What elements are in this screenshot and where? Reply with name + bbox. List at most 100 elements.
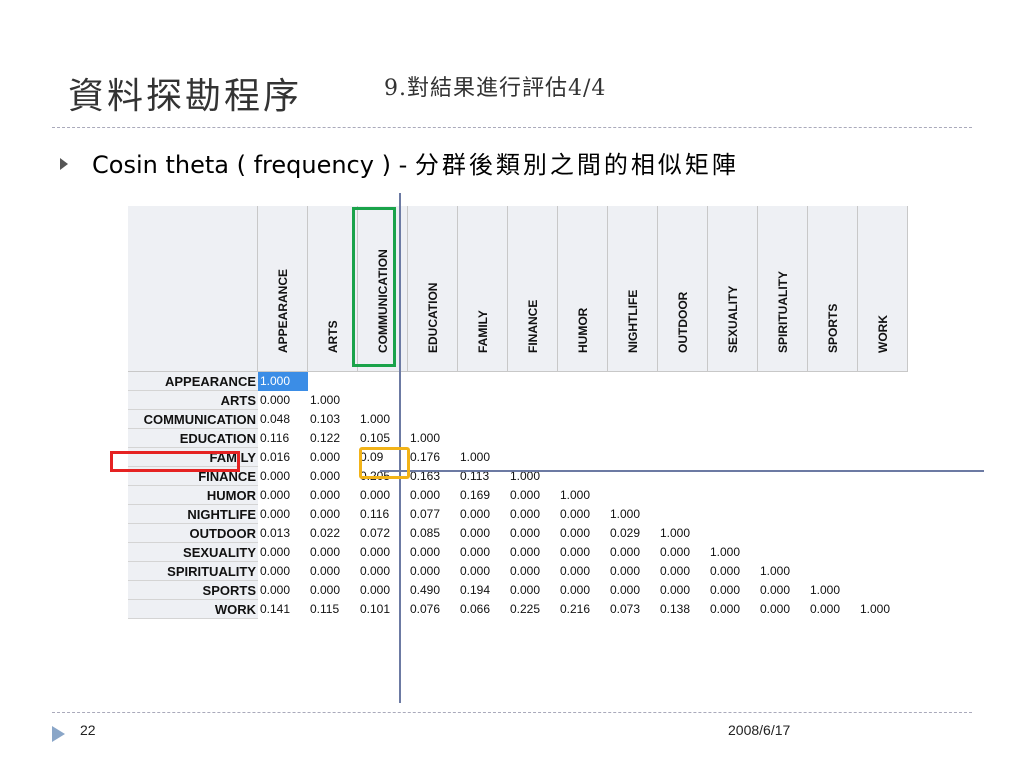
matrix-cell[interactable]: 0.000	[658, 543, 708, 562]
matrix-cell[interactable]: 1.000	[558, 486, 608, 505]
matrix-cell[interactable]: 0.000	[308, 581, 358, 600]
title-divider	[52, 127, 972, 128]
matrix-cell[interactable]: 0.073	[608, 600, 658, 619]
matrix-cell[interactable]: 0.000	[258, 505, 308, 524]
matrix-cell[interactable]: 0.000	[658, 581, 708, 600]
column-header-label: NIGHTLIFE	[625, 289, 640, 353]
matrix-cell[interactable]: 0.066	[458, 600, 508, 619]
matrix-cell[interactable]: 0.000	[308, 543, 358, 562]
column-header-work: WORK	[858, 206, 908, 372]
matrix-cell[interactable]: 1.000	[408, 429, 458, 448]
matrix-cell[interactable]: 1.000	[258, 372, 308, 391]
column-header-label: FINANCE	[525, 299, 540, 353]
matrix-cell[interactable]: 0.000	[258, 486, 308, 505]
matrix-cell[interactable]: 0.000	[308, 486, 358, 505]
page-number: 22	[80, 722, 96, 738]
matrix-cell[interactable]: 0.000	[258, 562, 308, 581]
matrix-cell[interactable]: 1.000	[458, 448, 508, 467]
matrix-cell[interactable]: 0.000	[308, 448, 358, 467]
column-header-label: HUMOR	[575, 307, 590, 353]
matrix-cell[interactable]: 0.000	[408, 486, 458, 505]
matrix-cell[interactable]: 0.490	[408, 581, 458, 600]
matrix-cell[interactable]: 0.122	[308, 429, 358, 448]
matrix-cell[interactable]: 0.000	[508, 486, 558, 505]
matrix-cell[interactable]: 1.000	[708, 543, 758, 562]
matrix-cell[interactable]: 0.000	[308, 467, 358, 486]
bullet-arrow-icon	[60, 158, 68, 170]
matrix-cell[interactable]: 0.000	[758, 581, 808, 600]
matrix-cell[interactable]: 0.000	[658, 562, 708, 581]
matrix-cell[interactable]: 0.000	[708, 581, 758, 600]
matrix-cell[interactable]: 0.085	[408, 524, 458, 543]
matrix-cell[interactable]: 0.000	[558, 581, 608, 600]
matrix-cell[interactable]: 0.169	[458, 486, 508, 505]
matrix-cell[interactable]: 0.216	[558, 600, 608, 619]
matrix-cell[interactable]: 0.000	[458, 524, 508, 543]
education-row-highlight	[110, 451, 240, 472]
matrix-cell[interactable]: 0.000	[558, 543, 608, 562]
communication-column-highlight	[352, 207, 396, 367]
matrix-cell[interactable]: 0.000	[308, 562, 358, 581]
matrix-cell[interactable]: 1.000	[808, 581, 858, 600]
matrix-cell[interactable]: 0.013	[258, 524, 308, 543]
matrix-cell[interactable]: 0.000	[558, 524, 608, 543]
education-communication-cell-highlight	[359, 447, 410, 479]
row-label-education: EDUCATION	[128, 429, 258, 448]
matrix-cell[interactable]: 0.141	[258, 600, 308, 619]
matrix-cell[interactable]: 0.138	[658, 600, 708, 619]
row-label-communication: COMMUNICATION	[128, 410, 258, 429]
column-header-education: EDUCATION	[408, 206, 458, 372]
matrix-cell[interactable]: 0.000	[308, 505, 358, 524]
matrix-cell[interactable]: 0.000	[758, 600, 808, 619]
matrix-cell[interactable]: 0.194	[458, 581, 508, 600]
matrix-cell[interactable]: 0.000	[608, 543, 658, 562]
matrix-cell[interactable]: 0.000	[258, 543, 308, 562]
row-label-outdoor: OUTDOOR	[128, 524, 258, 543]
matrix-cell[interactable]: 0.000	[608, 562, 658, 581]
matrix-cell[interactable]: 1.000	[608, 505, 658, 524]
row-label-appearance: APPEARANCE	[128, 372, 258, 391]
matrix-cell[interactable]: 0.000	[708, 562, 758, 581]
slide-subtitle: 9.對結果進行評估4/4	[384, 76, 607, 101]
matrix-cell[interactable]: 0.022	[308, 524, 358, 543]
matrix-cell[interactable]: 1.000	[308, 391, 358, 410]
matrix-cell[interactable]: 0.000	[558, 505, 608, 524]
matrix-cell[interactable]: 0.225	[508, 600, 558, 619]
matrix-cell[interactable]: 0.076	[408, 600, 458, 619]
matrix-cell[interactable]: 0.000	[408, 543, 458, 562]
matrix-cell[interactable]: 1.000	[758, 562, 808, 581]
similarity-matrix: APPEARANCE ARTS COMMUNICATION EDUCATION FAMI…	[128, 206, 908, 689]
matrix-cell[interactable]: 0.000	[258, 581, 308, 600]
bullet-text-cjk: 分群後類別之間的相似矩陣	[414, 151, 739, 179]
matrix-cell[interactable]: 0.000	[508, 543, 558, 562]
matrix-cell[interactable]: 0.000	[608, 581, 658, 600]
matrix-cell[interactable]: 0.000	[558, 562, 608, 581]
matrix-cell[interactable]: 0.000	[508, 581, 558, 600]
matrix-cell[interactable]: 0.029	[608, 524, 658, 543]
matrix-cell[interactable]: 0.077	[408, 505, 458, 524]
column-header-label: FAMILY	[475, 310, 490, 353]
matrix-cell[interactable]: 0.000	[258, 391, 308, 410]
matrix-cell[interactable]: 0.000	[458, 505, 508, 524]
column-header-outdoor: OUTDOOR	[658, 206, 708, 372]
matrix-cell[interactable]: 0.000	[258, 467, 308, 486]
matrix-cell[interactable]: 1.000	[858, 600, 908, 619]
matrix-cell[interactable]: 0.000	[708, 600, 758, 619]
matrix-cell[interactable]: 0.000	[458, 543, 508, 562]
matrix-cell[interactable]: 0.103	[308, 410, 358, 429]
slide-date: 2008/6/17	[728, 722, 791, 738]
matrix-cell[interactable]: 0.048	[258, 410, 308, 429]
matrix-cell[interactable]: 0.000	[508, 562, 558, 581]
column-header-label: ARTS	[325, 320, 340, 353]
matrix-cell[interactable]: 1.000	[658, 524, 708, 543]
matrix-cell[interactable]: 0.000	[408, 562, 458, 581]
matrix-cell[interactable]: 0.176	[408, 448, 458, 467]
matrix-cell[interactable]: 0.115	[308, 600, 358, 619]
matrix-cell[interactable]: 0.000	[458, 562, 508, 581]
row-label-humor: HUMOR	[128, 486, 258, 505]
matrix-cell[interactable]: 0.000	[808, 600, 858, 619]
matrix-cell[interactable]: 0.016	[258, 448, 308, 467]
matrix-cell[interactable]: 0.116	[258, 429, 308, 448]
matrix-cell[interactable]: 0.000	[508, 524, 558, 543]
matrix-cell[interactable]: 0.000	[508, 505, 558, 524]
